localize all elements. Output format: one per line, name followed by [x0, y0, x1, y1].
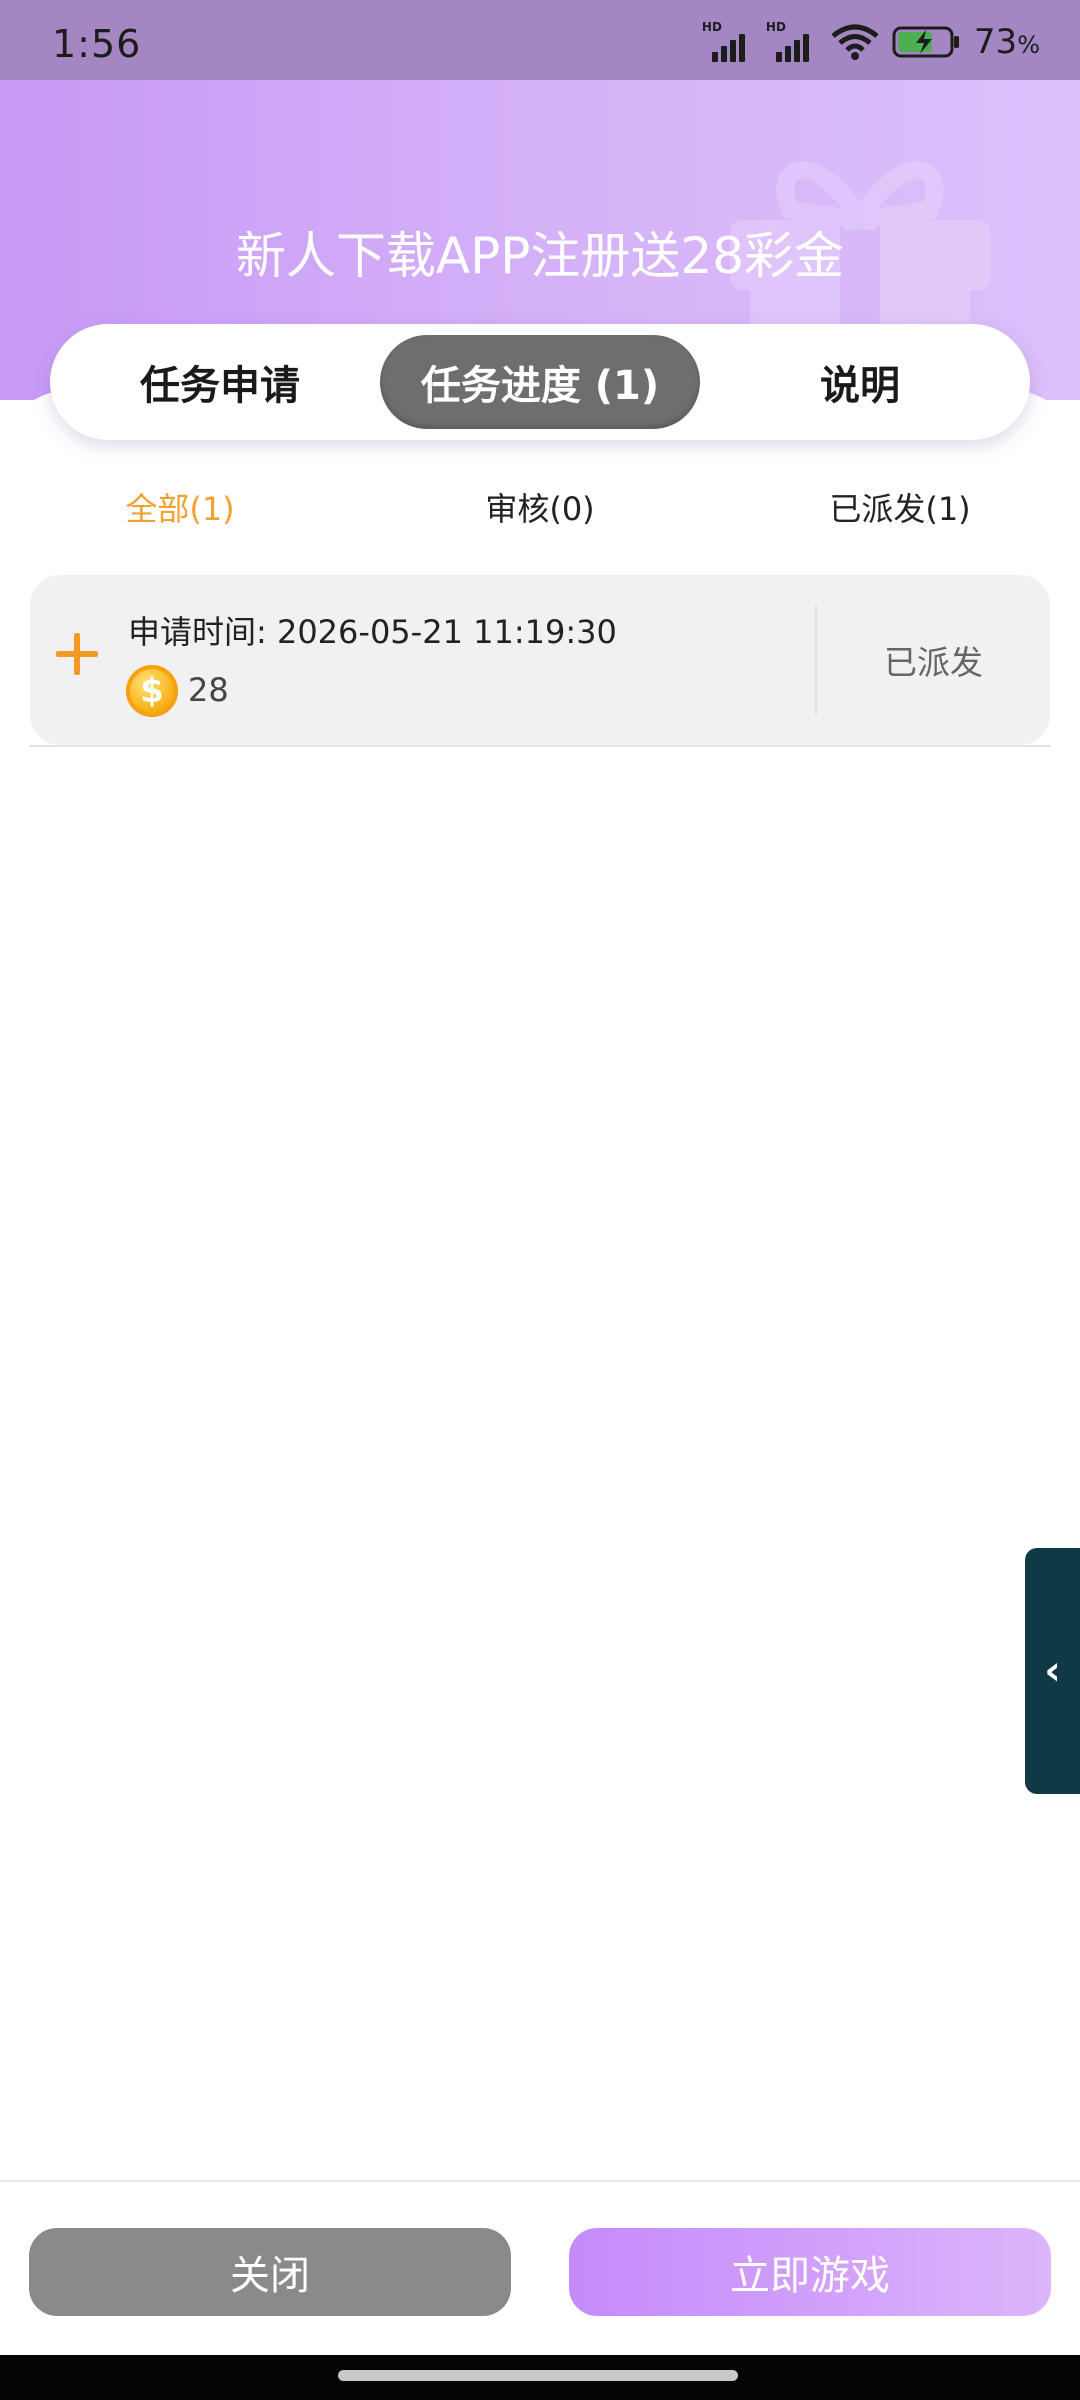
- plus-icon: [56, 633, 98, 675]
- bottom-action-bar: 关闭 立即游戏: [0, 2180, 1080, 2355]
- reward-amount: 28: [188, 671, 229, 709]
- home-indicator[interactable]: [338, 2370, 738, 2381]
- status-bar: 1:56 HD HD 73%: [0, 0, 1080, 80]
- filter-review[interactable]: 审核(0): [410, 484, 670, 530]
- filter-dispatched[interactable]: 已派发(1): [770, 484, 1030, 530]
- status-filter-bar: 全部(1) 审核(0) 已派发(1): [0, 484, 1080, 544]
- coin-icon: $: [126, 665, 178, 717]
- tab-bar: 任务申请 任务进度 (1) 说明: [50, 324, 1030, 440]
- apply-time: 申请时间: 2026-05-21 11:19:30: [128, 613, 617, 651]
- list-item[interactable]: 申请时间: 2026-05-21 11:19:30 $ 28 已派发: [30, 575, 1050, 745]
- status-time: 1:56: [52, 22, 142, 66]
- page-title: 新人下载APP注册送28彩金: [235, 227, 845, 285]
- filter-all[interactable]: 全部(1): [50, 484, 310, 530]
- network-type-label: HD: [765, 20, 786, 34]
- play-now-button[interactable]: 立即游戏: [569, 2228, 1051, 2316]
- battery-percent: 73%: [973, 22, 1040, 62]
- chevron-left-icon: ‹: [1044, 1648, 1061, 1694]
- tab-instructions[interactable]: 说明: [700, 335, 1020, 429]
- status-icons: HD HD 73%: [702, 20, 1040, 64]
- close-button[interactable]: 关闭: [29, 2228, 511, 2316]
- divider: [30, 745, 1050, 747]
- side-drawer-handle[interactable]: ‹: [1025, 1548, 1080, 1794]
- tab-task-apply[interactable]: 任务申请: [60, 335, 380, 429]
- tab-task-progress[interactable]: 任务进度 (1): [380, 335, 700, 429]
- wifi-icon: [831, 24, 879, 60]
- signal-icon: HD: [765, 20, 818, 62]
- network-type-label: HD: [701, 20, 722, 34]
- signal-icon: HD: [701, 20, 754, 62]
- system-nav-bar: [0, 2355, 1080, 2400]
- battery-charging-icon: [892, 26, 959, 58]
- status-badge: 已派发: [884, 643, 983, 682]
